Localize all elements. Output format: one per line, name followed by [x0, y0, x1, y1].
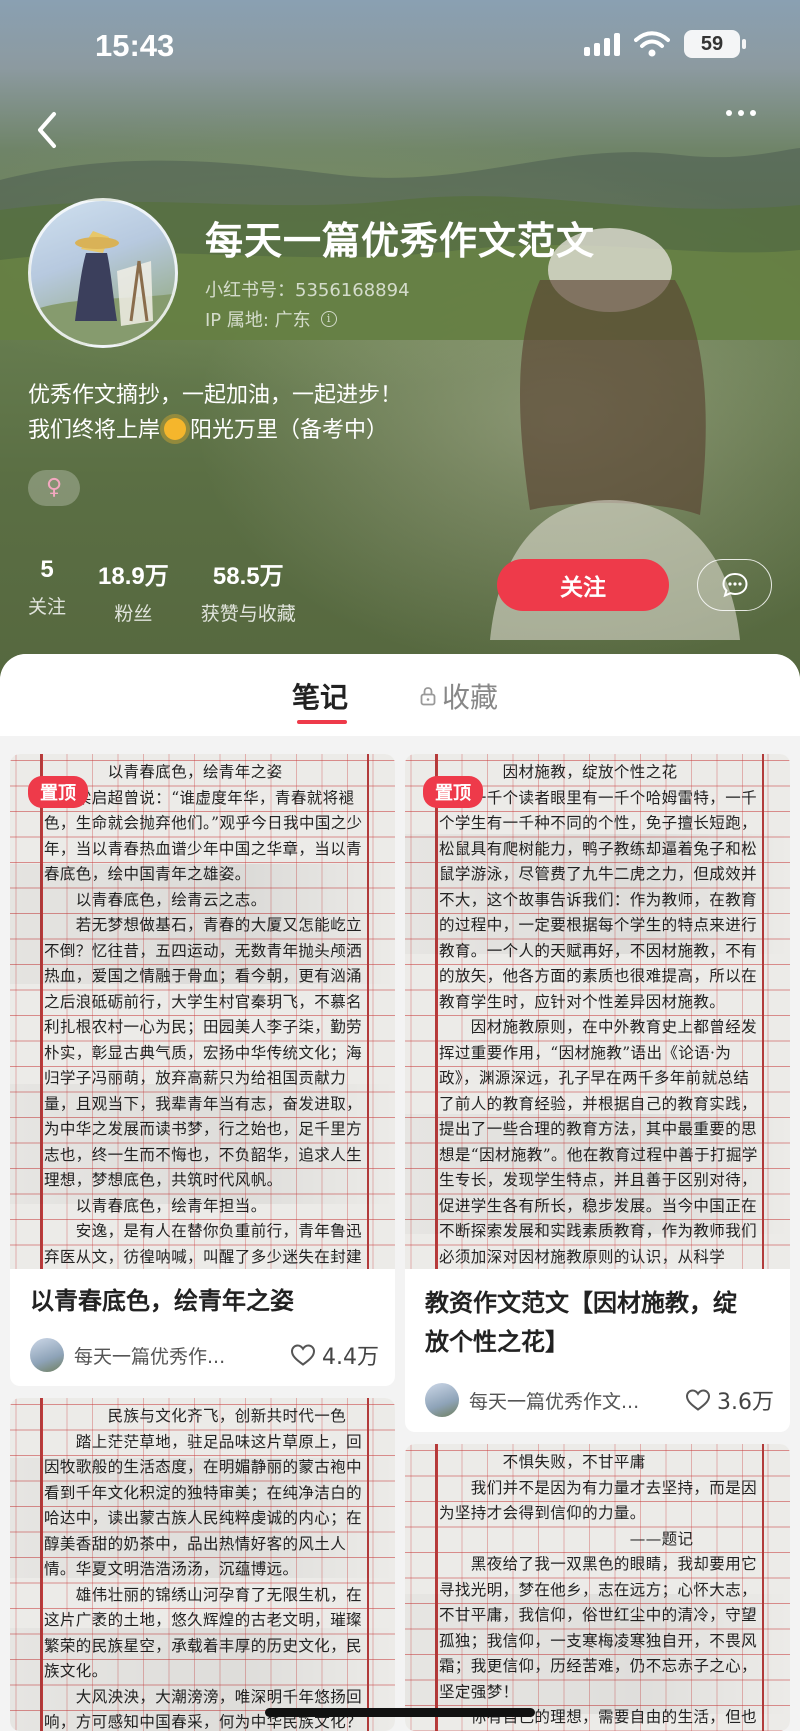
heart-icon	[685, 1389, 711, 1411]
bio-line-2: 我们终将上岸 阳光万里（备考中）	[28, 413, 402, 448]
ip-location-text: IP 属地: 广东	[205, 310, 311, 331]
ip-location: IP 属地: 广东 i	[205, 306, 337, 332]
profile-stats: 5 关注 18.9万 粉丝 58.5万 获赞与收藏	[28, 556, 328, 626]
note-cover-image: 以青春底色，绘青年之姿 梁启超曾说：“谁虚度年华，青春就将褪色，生命就会抛弃他们…	[10, 754, 395, 1269]
tab-favorites[interactable]: 收藏	[420, 676, 498, 716]
note-cover-image: 因材施教，绽放个性之花 一千个读者眼里有一千个哈姆雷特，一千个学生有一千种不同的…	[405, 754, 790, 1269]
note-card[interactable]: 因材施教，绽放个性之花 一千个读者眼里有一千个哈姆雷特，一千个学生有一千种不同的…	[405, 754, 790, 1432]
back-arrow-icon[interactable]	[28, 108, 68, 152]
stat-followers-value: 18.9万	[98, 563, 169, 590]
author-avatar[interactable]	[425, 1383, 459, 1417]
author-name[interactable]: 每天一篇优秀作文...	[469, 1387, 685, 1414]
active-tab-indicator	[297, 720, 347, 724]
wifi-icon	[634, 31, 670, 57]
author-avatar[interactable]	[30, 1338, 64, 1372]
note-title-line-2: 放个性之花】	[425, 1328, 569, 1356]
stat-following-label: 关注	[28, 596, 67, 618]
avatar[interactable]	[28, 198, 178, 348]
tab-favorites-label: 收藏	[442, 681, 499, 714]
follow-button[interactable]: 关注	[497, 559, 669, 611]
more-dots-icon[interactable]	[726, 110, 770, 116]
note-cover-image: 不惧失败，不甘平庸 我们并不是因为有力量才去坚持，而是因为坚持才会得到信仰的力量…	[405, 1444, 790, 1731]
like-count: 3.6万	[717, 1390, 774, 1415]
stat-following-value: 5	[40, 556, 54, 583]
note-meta: 每天一篇优秀作... 4.4万	[30, 1337, 379, 1373]
stat-likes-value: 58.5万	[212, 563, 284, 590]
note-card[interactable]: 不惧失败，不甘平庸 我们并不是因为有力量才去坚持，而是因为坚持才会得到信仰的力量…	[405, 1444, 790, 1731]
stat-followers[interactable]: 18.9万 粉丝	[98, 556, 169, 626]
chat-bubble-icon	[721, 572, 748, 598]
stat-likes-collects[interactable]: 58.5万 获赞与收藏	[201, 556, 296, 626]
profile-name: 每天一篇优秀作文范文	[205, 219, 596, 263]
info-icon[interactable]: i	[320, 311, 337, 327]
stat-followers-label: 粉丝	[114, 603, 153, 625]
battery-icon: 59	[684, 30, 746, 58]
lock-icon	[420, 687, 436, 706]
message-button[interactable]	[697, 559, 772, 611]
profile-id[interactable]: 小红书号：5356168894	[205, 276, 410, 302]
note-title: 教资作文范文【因材施教，绽 放个性之花】	[425, 1284, 737, 1362]
profile-bio: 优秀作文摘抄，一起加油，一起进步！ 我们终将上岸 阳光万里（备考中）	[28, 378, 402, 448]
profile-header: 15:43 59 每天一篇优秀作文范文 小红书号：5356168894 IP 属…	[0, 0, 800, 680]
sun-icon	[164, 418, 187, 440]
avatar-illustration	[31, 231, 175, 345]
female-icon: ♀	[28, 470, 80, 506]
note-meta: 每天一篇优秀作文... 3.6万	[425, 1382, 774, 1418]
bio-line-1: 优秀作文摘抄，一起加油，一起进步！	[28, 383, 403, 408]
bio-line-2-start: 我们终将上岸	[28, 418, 161, 443]
pinned-badge: 置顶	[28, 776, 88, 808]
signal-icon	[584, 32, 620, 56]
stat-following[interactable]: 5 关注	[28, 556, 66, 626]
status-icons: 59	[584, 30, 746, 58]
note-card[interactable]: 以青春底色，绘青年之姿 梁启超曾说：“谁虚度年华，青春就将褪色，生命就会抛弃他们…	[10, 754, 395, 1386]
note-title-line-1: 教资作文范文【因材施教，绽	[425, 1289, 737, 1317]
status-time: 15:43	[95, 28, 175, 63]
note-title: 以青春底色，绘青年之姿	[30, 1287, 294, 1315]
like-count: 4.4万	[322, 1345, 379, 1370]
heart-icon	[290, 1344, 316, 1366]
note-cover-image: 民族与文化齐飞，创新共时代一色 踏上茫茫草地，驻足品味这片草原上，回因牧歌般的生…	[10, 1398, 395, 1731]
home-indicator[interactable]	[265, 1708, 535, 1717]
note-card[interactable]: 民族与文化齐飞，创新共时代一色 踏上茫茫草地，驻足品味这片草原上，回因牧歌般的生…	[10, 1398, 395, 1731]
tab-bar: 笔记 收藏	[0, 654, 800, 736]
pinned-badge: 置顶	[423, 776, 483, 808]
like-button[interactable]: 4.4万	[290, 1339, 379, 1371]
stat-likes-label: 获赞与收藏	[200, 603, 296, 625]
author-name[interactable]: 每天一篇优秀作...	[74, 1342, 290, 1369]
bio-line-2-end: 阳光万里（备考中）	[190, 418, 389, 443]
tab-notes[interactable]: 笔记	[292, 676, 348, 716]
like-button[interactable]: 3.6万	[685, 1384, 774, 1416]
